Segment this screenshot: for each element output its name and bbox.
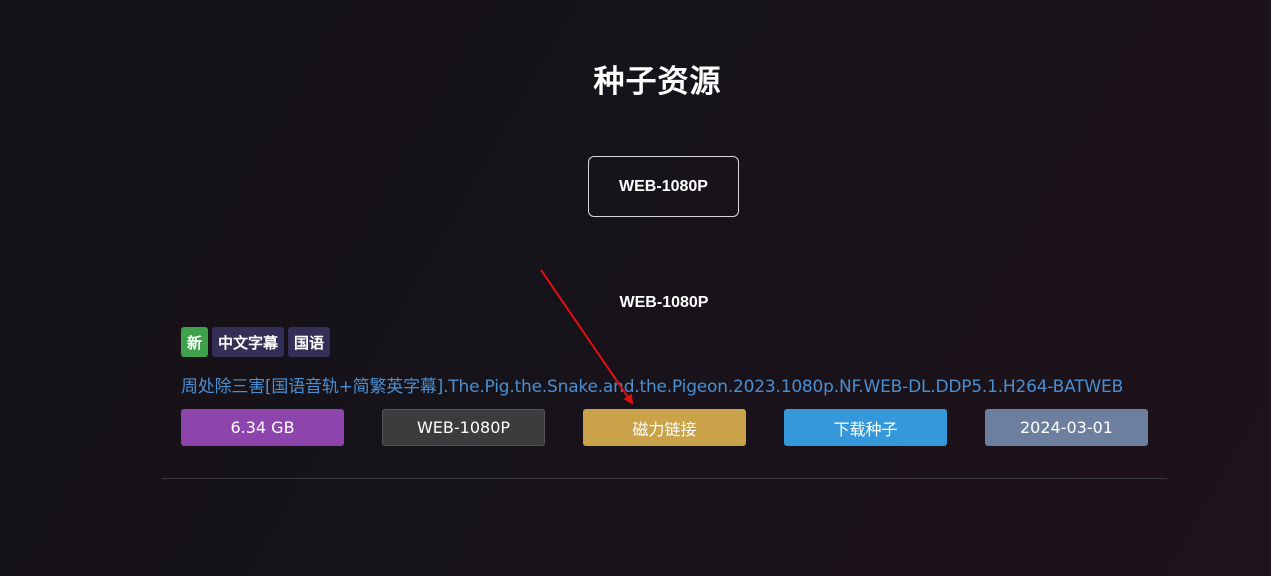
download-torrent-button[interactable]: 下载种子 — [784, 409, 947, 446]
tag-list: 新 中文字幕 国语 — [181, 327, 331, 357]
tag-new: 新 — [181, 327, 209, 357]
tag-mandarin: 国语 — [288, 327, 331, 357]
magnet-link-button[interactable]: 磁力链接 — [583, 409, 746, 446]
filter-tab-web-1080p[interactable]: WEB-1080P — [588, 156, 739, 217]
section-heading: WEB-1080P — [619, 294, 709, 311]
page-title: 种子资源 — [593, 64, 722, 100]
quality-button[interactable]: WEB-1080P — [382, 409, 545, 446]
date-button[interactable]: 2024-03-01 — [985, 409, 1148, 446]
tag-chinese-subtitles: 中文字幕 — [212, 327, 285, 357]
divider — [162, 478, 1167, 479]
resource-title-link[interactable]: 周处除三害[国语音轨+简繁英字幕].The.Pig.the.Snake.and.… — [181, 372, 1123, 397]
size-button[interactable]: 6.34 GB — [181, 409, 344, 446]
